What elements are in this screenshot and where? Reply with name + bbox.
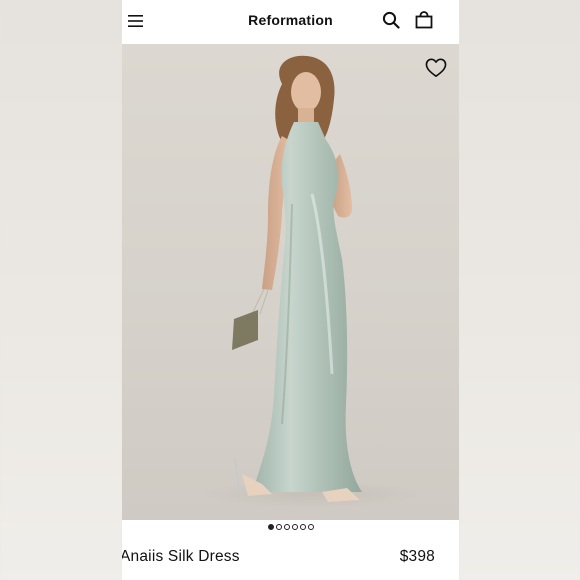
search-icon[interactable]	[382, 11, 400, 29]
brand-logo[interactable]: Reformation	[122, 12, 459, 28]
blurred-background-left	[0, 0, 122, 580]
heart-outline-icon[interactable]	[425, 58, 447, 78]
carousel-dot-3[interactable]	[283, 524, 290, 530]
product-name: Anaiis Silk Dress	[122, 548, 240, 565]
top-navigation-bar: Reformation	[122, 0, 459, 44]
blurred-background-right	[459, 0, 580, 580]
product-image[interactable]	[122, 44, 459, 520]
carousel-dot-4[interactable]	[291, 524, 298, 530]
carousel-dot-2[interactable]	[275, 524, 282, 530]
model-in-dress-illustration	[202, 55, 422, 508]
carousel-dot-6[interactable]	[307, 524, 314, 530]
image-carousel-indicator	[122, 524, 459, 534]
app-screen: Reformation Anaiis Silk Dress $398	[122, 0, 459, 580]
shopping-bag-icon[interactable]	[415, 11, 433, 29]
carousel-dot-1[interactable]	[267, 524, 274, 530]
product-price: $398	[399, 548, 435, 565]
carousel-dot-5[interactable]	[299, 524, 306, 530]
